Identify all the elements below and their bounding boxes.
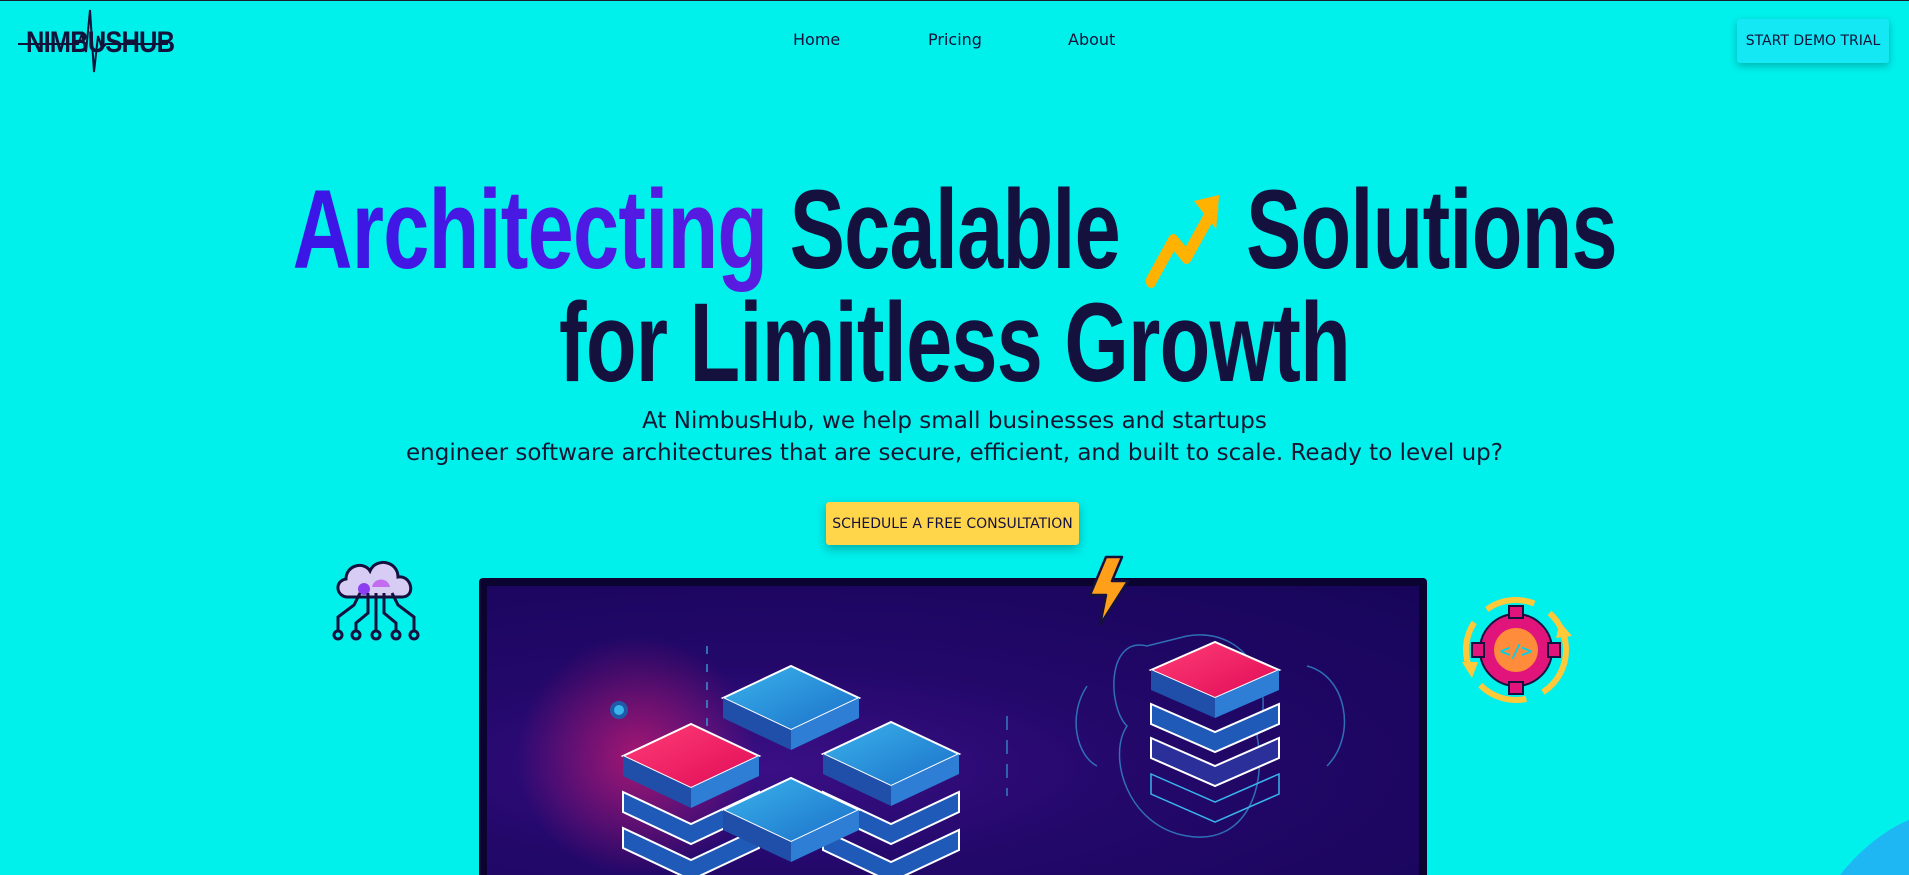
start-demo-trial-button[interactable]: START DEMO TRIAL bbox=[1737, 19, 1889, 63]
window-border bbox=[0, 0, 1909, 1]
hero-subtitle-line2: engineer software architectures that are… bbox=[406, 440, 1503, 466]
nav-pricing-link[interactable]: Pricing bbox=[928, 30, 982, 49]
hero-subtitle-line1: At NimbusHub, we help small businesses a… bbox=[642, 408, 1267, 434]
server-stack-illustration bbox=[487, 586, 1419, 875]
landing-page: NIMBUSHUB Home Pricing About START DEMO … bbox=[0, 0, 1909, 875]
main-nav: Home Pricing About bbox=[0, 30, 1909, 54]
headline-line2-text: for Limitless Growth bbox=[558, 280, 1351, 405]
svg-text:</>: </> bbox=[1500, 641, 1533, 662]
hero-headline-line2: for Limitless Growth bbox=[0, 278, 1909, 408]
nav-home-link[interactable]: Home bbox=[793, 30, 840, 49]
headline-word-solutions: Solutions bbox=[1245, 167, 1618, 292]
decorative-wave bbox=[1840, 820, 1909, 875]
hero-illustration-frame bbox=[479, 578, 1427, 875]
hero-headline-line1: Architecting Scalable Solutions bbox=[0, 165, 1909, 295]
lightning-icon bbox=[1088, 555, 1130, 627]
headline-accent: Architecting bbox=[292, 167, 768, 292]
headline-word-scalable: Scalable bbox=[789, 167, 1120, 292]
growth-arrow-icon bbox=[1145, 195, 1219, 289]
cloud-network-icon bbox=[332, 561, 420, 641]
schedule-consultation-button[interactable]: SCHEDULE A FREE CONSULTATION bbox=[826, 502, 1079, 545]
code-gear-icon: </> bbox=[1462, 597, 1572, 703]
nav-about-link[interactable]: About bbox=[1068, 30, 1115, 49]
